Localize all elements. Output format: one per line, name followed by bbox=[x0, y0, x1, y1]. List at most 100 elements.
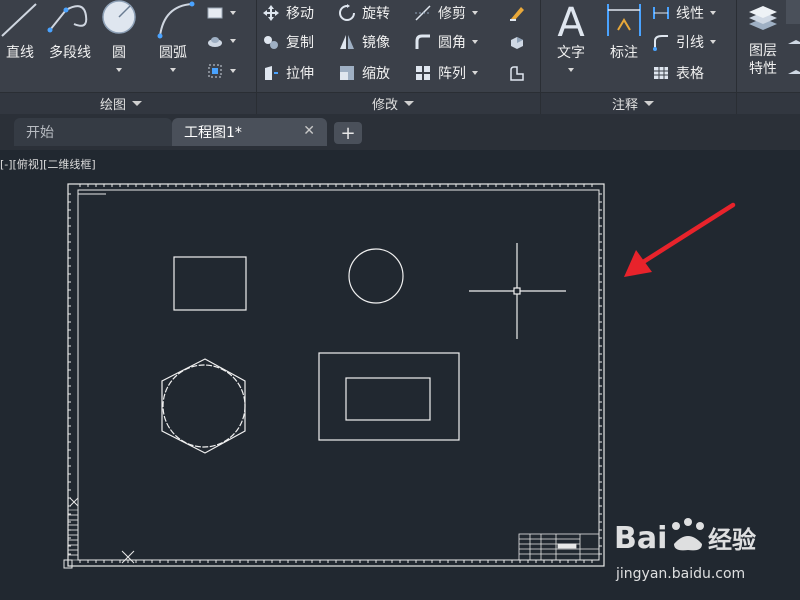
text-dropdown-icon[interactable] bbox=[568, 68, 574, 72]
stretch-label: 拉伸 bbox=[286, 66, 314, 82]
copy-button[interactable]: 复制 bbox=[262, 29, 314, 55]
inner-rectangle-shape[interactable] bbox=[345, 377, 431, 421]
region-dropdown-icon[interactable] bbox=[230, 69, 236, 73]
rotate-button[interactable]: 旋转 bbox=[338, 0, 390, 26]
tab-drawing1-label: 工程图1* bbox=[184, 125, 242, 141]
layers-icon bbox=[749, 6, 777, 30]
panel-divider bbox=[540, 0, 541, 114]
dimension-label: 标注 bbox=[610, 45, 638, 61]
rectangle-icon bbox=[207, 7, 223, 19]
trim-dropdown-icon[interactable] bbox=[472, 11, 478, 15]
hatch-icon bbox=[208, 37, 222, 47]
leader-button[interactable]: 引线 bbox=[652, 29, 716, 55]
fillet-icon bbox=[415, 34, 430, 49]
new-tab-button[interactable]: + bbox=[334, 122, 362, 144]
modify-panel-expand-icon bbox=[404, 101, 415, 106]
table-label: 表格 bbox=[676, 66, 704, 82]
dimension-button[interactable]: 标注 bbox=[604, 0, 644, 90]
revision-block bbox=[67, 509, 79, 561]
mirror-button[interactable]: 镜像 bbox=[338, 29, 390, 55]
table-button[interactable]: 表格 bbox=[652, 60, 704, 86]
fillet-button[interactable]: 圆角 bbox=[414, 29, 478, 55]
region-icon bbox=[208, 64, 222, 78]
rotate-icon bbox=[339, 4, 355, 21]
move-icon bbox=[263, 5, 279, 21]
circle-icon bbox=[102, 0, 136, 34]
circle-shape[interactable] bbox=[348, 248, 404, 304]
hatch-dropdown-icon[interactable] bbox=[230, 39, 236, 43]
polyline-label: 多段线 bbox=[49, 45, 91, 61]
scale-icon bbox=[340, 66, 354, 80]
array-dropdown-icon[interactable] bbox=[472, 71, 478, 75]
annotation-panel-label: 注释 bbox=[612, 98, 639, 113]
scale-label: 缩放 bbox=[362, 66, 390, 82]
inscribed-circle-shape[interactable] bbox=[162, 364, 246, 448]
tab-start[interactable]: 开始 bbox=[14, 118, 172, 146]
polyline-button[interactable]: 多段线 bbox=[44, 0, 96, 90]
text-icon: A bbox=[557, 0, 585, 42]
watermark-url: jingyan.baidu.com bbox=[615, 566, 745, 582]
hatch-button[interactable] bbox=[206, 28, 236, 54]
fillet-dropdown-icon[interactable] bbox=[472, 40, 478, 44]
array-icon bbox=[416, 66, 430, 80]
fillet-label: 圆角 bbox=[438, 35, 466, 51]
rectangle-button[interactable] bbox=[206, 0, 236, 26]
offset-icon bbox=[510, 66, 524, 81]
layer-freeze-icon bbox=[788, 40, 800, 44]
region-button[interactable] bbox=[206, 58, 236, 84]
linear-dimension-button[interactable]: 线性 bbox=[652, 0, 716, 26]
leader-dropdown-icon[interactable] bbox=[710, 40, 716, 44]
border-ticks bbox=[68, 184, 602, 563]
line-button[interactable]: 直线 bbox=[0, 0, 40, 90]
trim-label: 修剪 bbox=[438, 6, 466, 22]
tab-drawing1[interactable]: 工程图1* ✕ bbox=[172, 118, 327, 146]
draw-panel-expand-icon bbox=[132, 101, 143, 106]
close-icon[interactable]: ✕ bbox=[303, 123, 315, 139]
watermark-brand2: 经验 bbox=[708, 526, 756, 554]
rectangle-dropdown-icon[interactable] bbox=[230, 11, 236, 15]
rectangle-shape[interactable] bbox=[173, 256, 247, 311]
circle-button[interactable]: 圆 bbox=[100, 0, 138, 90]
arc-dropdown-icon[interactable] bbox=[170, 68, 176, 72]
modify-panel-title[interactable]: 修改 bbox=[372, 94, 415, 113]
move-label: 移动 bbox=[286, 6, 314, 22]
layer-tool-icon[interactable] bbox=[786, 58, 800, 84]
leader-icon bbox=[653, 35, 668, 51]
erase-icon bbox=[510, 7, 524, 21]
offset-button[interactable] bbox=[508, 60, 526, 86]
erase-button[interactable] bbox=[508, 0, 526, 26]
crosshair-cursor bbox=[469, 243, 566, 339]
text-button[interactable]: A 文字 bbox=[548, 0, 594, 90]
trim-button[interactable]: 修剪 bbox=[414, 0, 478, 26]
explode-button[interactable] bbox=[508, 29, 526, 55]
line-label: 直线 bbox=[6, 45, 34, 61]
annotation-panel-title[interactable]: 注释 bbox=[612, 94, 655, 113]
array-button[interactable]: 阵列 bbox=[414, 60, 478, 86]
arc-icon bbox=[157, 1, 195, 39]
tab-start-label: 开始 bbox=[26, 125, 54, 141]
draw-panel-title[interactable]: 绘图 bbox=[100, 94, 143, 113]
move-button[interactable]: 移动 bbox=[262, 0, 314, 26]
stretch-button[interactable]: 拉伸 bbox=[262, 60, 314, 86]
mirror-icon bbox=[340, 35, 354, 49]
circle-label: 圆 bbox=[112, 45, 126, 61]
layer-state-icon[interactable] bbox=[786, 0, 800, 24]
outer-rectangle-shape[interactable] bbox=[318, 352, 460, 441]
arc-button[interactable]: 圆弧 bbox=[150, 0, 196, 90]
text-label: 文字 bbox=[557, 45, 585, 61]
viewport-controls[interactable]: [-][俯视][二维线框] bbox=[0, 156, 96, 172]
hexagon-shape[interactable] bbox=[161, 358, 246, 454]
layer-properties-button[interactable]: 图层 特性 bbox=[742, 0, 784, 90]
trim-icon bbox=[415, 5, 431, 21]
circle-dropdown-icon[interactable] bbox=[116, 68, 122, 72]
baidu-logo-icon: Bai 经验 jingyan.baidu.com bbox=[614, 518, 756, 582]
draw-panel-label: 绘图 bbox=[100, 98, 127, 113]
x-marker bbox=[69, 497, 135, 564]
leader-label: 引线 bbox=[676, 35, 704, 51]
watermark-brand: Bai bbox=[614, 521, 667, 556]
linear-dimension-dropdown-icon[interactable] bbox=[710, 11, 716, 15]
svg-text:A: A bbox=[557, 0, 585, 42]
scale-button[interactable]: 缩放 bbox=[338, 60, 390, 86]
layer-tool-icon[interactable] bbox=[786, 30, 800, 56]
array-label: 阵列 bbox=[438, 66, 466, 82]
